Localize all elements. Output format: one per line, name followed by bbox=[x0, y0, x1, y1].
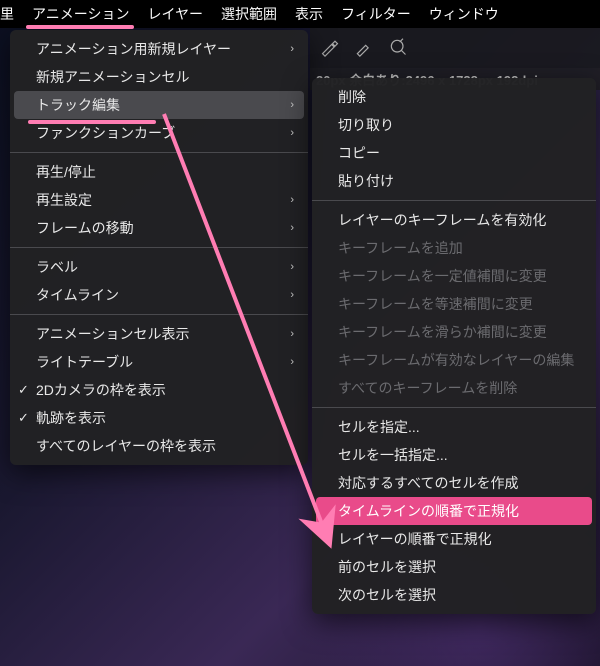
menu-item-label: 対応するすべてのセルを作成 bbox=[338, 473, 518, 493]
menubar-item-selection[interactable]: 選択範囲 bbox=[221, 4, 277, 24]
chevron-right-icon: › bbox=[290, 127, 294, 139]
right-menu-item: すべてのキーフレームを削除 bbox=[312, 374, 596, 402]
menu-item-label: 前のセルを選択 bbox=[338, 557, 436, 577]
toolbar bbox=[310, 28, 600, 68]
right-menu-item[interactable]: レイヤーの順番で正規化 bbox=[312, 525, 596, 553]
separator bbox=[10, 247, 308, 248]
chevron-right-icon: › bbox=[290, 356, 294, 368]
tool-icon[interactable] bbox=[354, 37, 374, 60]
menu-item-label: キーフレームが有効なレイヤーの編集 bbox=[338, 350, 574, 370]
right-menu-item: キーフレームを追加 bbox=[312, 234, 596, 262]
annotation-underline-track-edit bbox=[28, 120, 156, 124]
menu-item-label: トラック編集 bbox=[36, 95, 120, 115]
menu-item-label: 2Dカメラの枠を表示 bbox=[36, 380, 166, 400]
check-icon: ✓ bbox=[18, 410, 29, 426]
menubar: 里 アニメーション レイヤー 選択範囲 表示 フィルター ウィンドウ bbox=[0, 0, 600, 28]
menubar-item-truncated[interactable]: 里 bbox=[0, 4, 14, 24]
menu-item-label: すべてのレイヤーの枠を表示 bbox=[36, 436, 216, 456]
menu-item-label: 再生設定 bbox=[36, 190, 92, 210]
right-menu-item: キーフレームが有効なレイヤーの編集 bbox=[312, 346, 596, 374]
menu-item-label: 切り取り bbox=[338, 115, 394, 135]
menu-item-label: レイヤーの順番で正規化 bbox=[338, 529, 492, 549]
left-menu-item[interactable]: すべてのレイヤーの枠を表示 bbox=[10, 432, 308, 460]
chevron-right-icon: › bbox=[290, 289, 294, 301]
menu-item-label: 次のセルを選択 bbox=[338, 585, 436, 605]
separator bbox=[10, 152, 308, 153]
chevron-right-icon: › bbox=[290, 328, 294, 340]
right-menu-item: キーフレームを等速補間に変更 bbox=[312, 290, 596, 318]
right-menu-item[interactable]: 対応するすべてのセルを作成 bbox=[312, 469, 596, 497]
left-menu-item[interactable]: アニメーションセル表示 › bbox=[10, 320, 308, 348]
menu-item-label: 新規アニメーションセル bbox=[36, 67, 189, 87]
menubar-item-window[interactable]: ウィンドウ bbox=[429, 4, 499, 24]
separator bbox=[10, 314, 308, 315]
left-menu-item[interactable]: トラック編集 › bbox=[14, 91, 304, 119]
menubar-item-animation[interactable]: アニメーション bbox=[32, 4, 129, 24]
left-menu-item[interactable]: 再生設定 › bbox=[10, 186, 308, 214]
left-menu-item[interactable]: 新規アニメーションセル bbox=[10, 63, 308, 91]
menubar-item-filter[interactable]: フィルター bbox=[341, 4, 411, 24]
menubar-item-view[interactable]: 表示 bbox=[295, 4, 323, 24]
right-menu-item[interactable]: 前のセルを選択 bbox=[312, 553, 596, 581]
right-menu-item: キーフレームを滑らか補間に変更 bbox=[312, 318, 596, 346]
separator bbox=[312, 200, 596, 201]
right-menu-item[interactable]: レイヤーのキーフレームを有効化 bbox=[312, 206, 596, 234]
dropdown-animation: アニメーション用新規レイヤー › 新規アニメーションセルトラック編集 › ファンクション… bbox=[10, 30, 308, 465]
tool-icon[interactable] bbox=[320, 37, 340, 60]
chevron-right-icon: › bbox=[290, 43, 294, 55]
right-menu-item[interactable]: セルを一括指定... bbox=[312, 441, 596, 469]
submenu-track-edit: 削除切り取りコピー貼り付けレイヤーのキーフレームを有効化キーフレームを追加キーフ… bbox=[312, 78, 596, 614]
chevron-right-icon: › bbox=[290, 194, 294, 206]
menu-item-label: 削除 bbox=[338, 87, 366, 107]
menu-item-label: 軌跡を表示 bbox=[36, 408, 106, 428]
menubar-item-layer[interactable]: レイヤー bbox=[147, 4, 203, 24]
right-menu-item: キーフレームを一定値補間に変更 bbox=[312, 262, 596, 290]
menu-item-label: すべてのキーフレームを削除 bbox=[338, 378, 517, 398]
check-icon: ✓ bbox=[18, 382, 29, 398]
menu-item-label: セルを一括指定... bbox=[338, 445, 448, 465]
chevron-right-icon: › bbox=[290, 99, 294, 111]
right-menu-item[interactable]: 切り取り bbox=[312, 111, 596, 139]
left-menu-item[interactable]: タイムライン › bbox=[10, 281, 308, 309]
menu-item-label: 貼り付け bbox=[338, 171, 394, 191]
chevron-right-icon: › bbox=[290, 222, 294, 234]
menu-item-label: セルを指定... bbox=[338, 417, 420, 437]
menu-item-label: キーフレームを滑らか補間に変更 bbox=[338, 322, 547, 342]
right-menu-item[interactable]: セルを指定... bbox=[312, 413, 596, 441]
menu-item-label: 再生/停止 bbox=[36, 162, 96, 182]
left-menu-item[interactable]: ✓ 2Dカメラの枠を表示 bbox=[10, 376, 308, 404]
separator bbox=[312, 407, 596, 408]
right-menu-item[interactable]: 次のセルを選択 bbox=[312, 581, 596, 609]
left-menu-item[interactable]: ✓ 軌跡を表示 bbox=[10, 404, 308, 432]
tool-icon[interactable] bbox=[388, 37, 408, 60]
menu-item-label: ファンクションカーブ bbox=[36, 123, 175, 143]
right-menu-item[interactable]: タイムラインの順番で正規化 bbox=[316, 497, 592, 525]
menu-item-label: ラベル bbox=[36, 257, 78, 277]
menu-item-label: タイムラインの順番で正規化 bbox=[338, 501, 519, 521]
chevron-right-icon: › bbox=[290, 261, 294, 273]
menu-item-label: キーフレームを追加 bbox=[338, 238, 463, 258]
menu-item-label: キーフレームを等速補間に変更 bbox=[338, 294, 533, 314]
menu-item-label: コピー bbox=[338, 143, 380, 163]
menu-item-label: アニメーション用新規レイヤー bbox=[36, 39, 231, 59]
left-menu-item[interactable]: アニメーション用新規レイヤー › bbox=[10, 35, 308, 63]
menu-item-label: アニメーションセル表示 bbox=[36, 324, 189, 344]
left-menu-item[interactable]: ラベル › bbox=[10, 253, 308, 281]
left-menu-item[interactable]: 再生/停止 bbox=[10, 158, 308, 186]
menu-item-label: フレームの移動 bbox=[36, 218, 134, 238]
menu-item-label: タイムライン bbox=[36, 285, 119, 305]
menu-item-label: キーフレームを一定値補間に変更 bbox=[338, 266, 547, 286]
right-menu-item[interactable]: 削除 bbox=[312, 83, 596, 111]
annotation-underline-menubar bbox=[26, 25, 134, 29]
right-menu-item[interactable]: 貼り付け bbox=[312, 167, 596, 195]
left-menu-item[interactable]: フレームの移動 › bbox=[10, 214, 308, 242]
menu-item-label: レイヤーのキーフレームを有効化 bbox=[338, 210, 546, 230]
right-menu-item[interactable]: コピー bbox=[312, 139, 596, 167]
left-menu-item[interactable]: ライトテーブル › bbox=[10, 348, 308, 376]
menu-item-label: ライトテーブル bbox=[36, 352, 133, 372]
